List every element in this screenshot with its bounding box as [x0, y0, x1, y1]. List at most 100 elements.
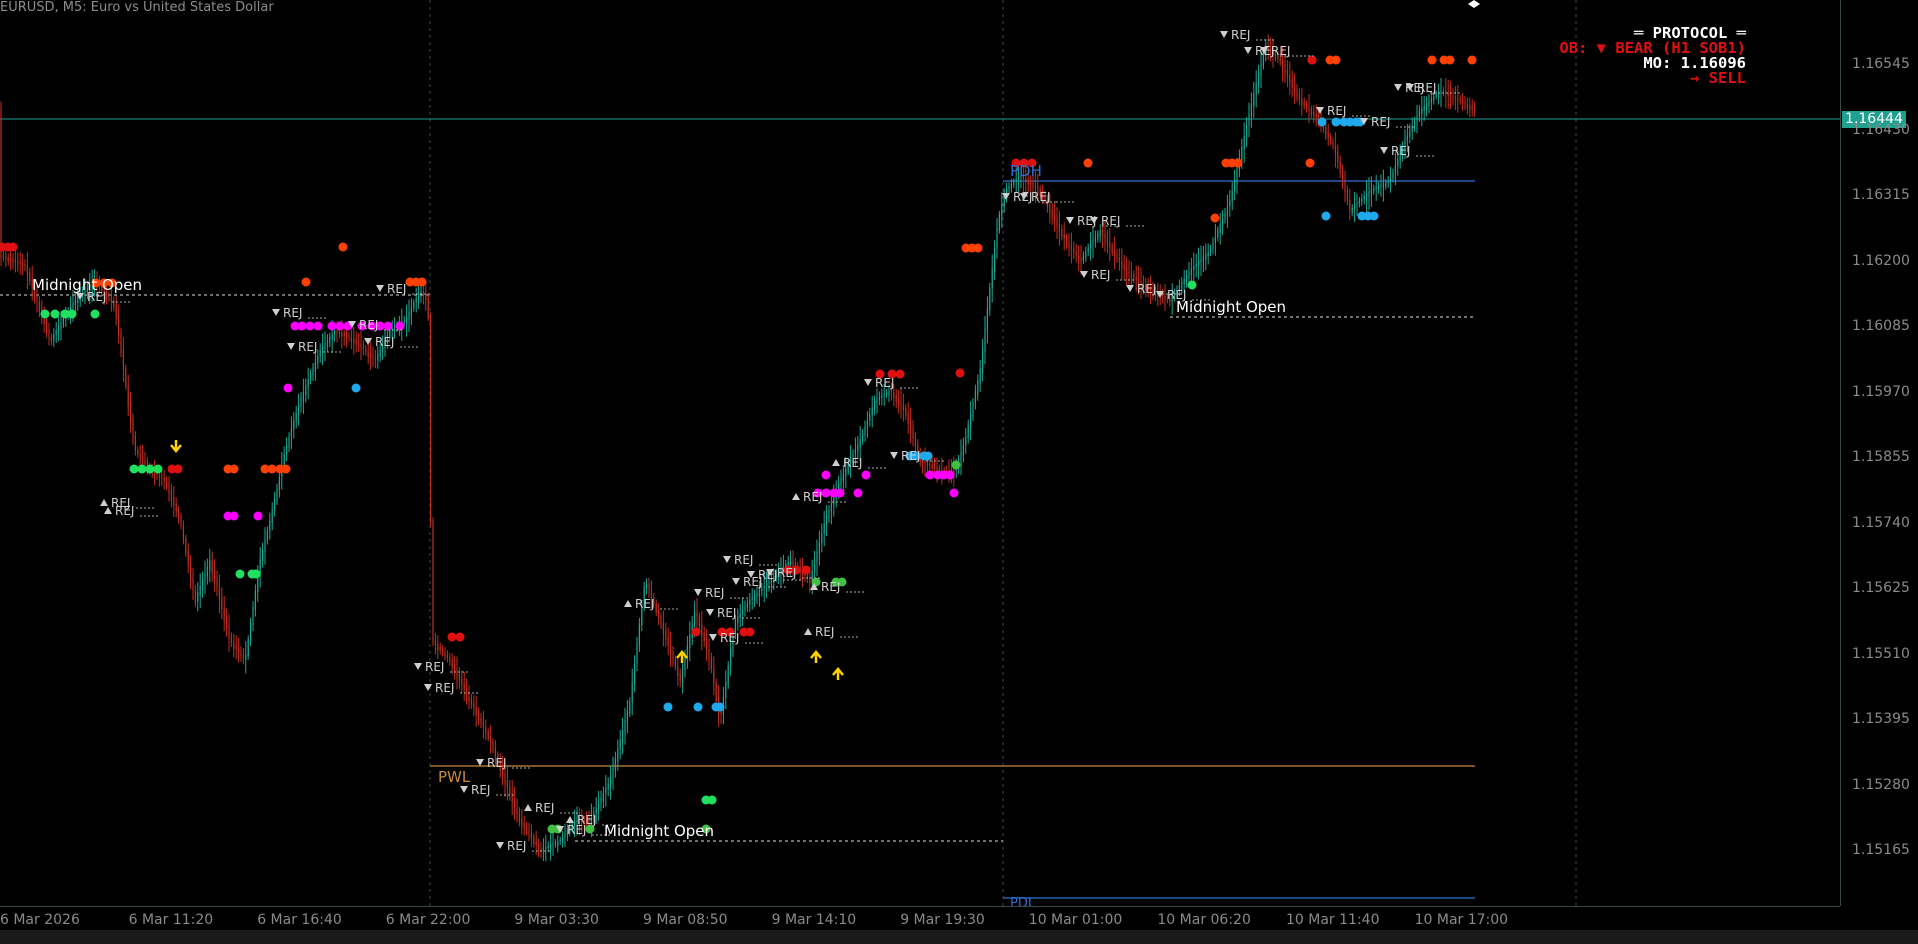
candle-body	[1037, 186, 1039, 189]
signal-dot	[745, 627, 755, 637]
candle-body	[550, 844, 552, 850]
candle-body	[480, 717, 482, 724]
signal-dot	[235, 569, 245, 579]
candle-body	[1051, 209, 1053, 218]
rej-label: REJ	[734, 553, 753, 567]
candle-body	[665, 630, 667, 640]
candle-body	[341, 332, 343, 337]
candle-body	[598, 802, 600, 809]
candle-body	[893, 391, 895, 398]
candle-body	[1054, 214, 1056, 221]
candle-body	[115, 303, 117, 318]
candle-body	[350, 337, 352, 342]
candle-body	[725, 681, 727, 698]
signal-dot	[895, 369, 905, 379]
time-tick-label: 10 Mar 01:00	[1028, 912, 1123, 928]
candle-body	[660, 616, 662, 626]
candle-body	[1109, 241, 1111, 248]
candle-body	[1027, 179, 1029, 185]
candle-body	[1214, 236, 1216, 244]
rej-label: REJ	[435, 681, 454, 695]
signal-dot	[313, 321, 323, 331]
candle-body	[250, 622, 252, 642]
horizontal-scrollbar[interactable]	[0, 930, 1918, 944]
price-tick-label: 1.15395	[1852, 711, 1910, 727]
candle-body	[1013, 181, 1015, 185]
candle-body	[890, 390, 892, 393]
candle-body	[1354, 205, 1356, 209]
candle-body	[509, 786, 511, 795]
rej-label: REJ	[875, 376, 894, 390]
candle-body	[326, 340, 328, 346]
candle-body	[1207, 251, 1209, 257]
candle-body	[1068, 242, 1070, 248]
candle-body	[230, 636, 232, 644]
candle-body	[1255, 83, 1257, 95]
candle-body	[862, 433, 864, 441]
candle-body	[1260, 62, 1262, 77]
signal-dot	[229, 511, 239, 521]
candle-body	[996, 228, 998, 249]
rej-label: REJ	[471, 783, 490, 797]
signal-dot	[90, 309, 100, 319]
price-chart[interactable]: REJ REJ REJ REJ REJ REJ REJ REJ REJ REJ REJ REJ REJ R…	[0, 0, 1840, 906]
candle-body	[758, 590, 760, 597]
candle-body	[1090, 244, 1092, 249]
candle-body	[1454, 96, 1456, 100]
candle-body	[77, 297, 79, 303]
rej-label: REJ	[720, 631, 739, 645]
candle-body	[1423, 105, 1425, 111]
candle-body	[336, 330, 338, 334]
candle-body	[713, 668, 715, 684]
candle-body	[559, 839, 561, 842]
rej-label: REJ	[115, 504, 134, 518]
candle-body	[199, 586, 201, 596]
candle-body	[746, 603, 748, 608]
candle-body	[0, 110, 2, 258]
candle-body	[1349, 199, 1351, 210]
signal-dot	[447, 632, 457, 642]
candle-body	[1116, 253, 1118, 259]
candle-body	[914, 436, 916, 449]
time-tick-label: 9 Mar 19:30	[900, 912, 985, 928]
signal-dot	[1210, 213, 1220, 223]
candle-body	[161, 476, 163, 479]
candle-body	[415, 297, 417, 303]
candle-body	[1337, 151, 1339, 163]
chart-area[interactable]: REJ REJ REJ REJ REJ REJ REJ REJ REJ REJ REJ REJ REJ R…	[0, 0, 1840, 911]
candle-body	[1327, 131, 1329, 138]
candle-body	[842, 473, 844, 482]
candle-body	[1351, 207, 1353, 213]
candle-body	[228, 626, 230, 639]
signal-dot	[173, 464, 183, 474]
rej-label: REJ	[375, 335, 394, 349]
candle-body	[557, 841, 559, 847]
candle-body	[1034, 184, 1036, 189]
candle-body	[1301, 98, 1303, 106]
candle-body	[547, 845, 549, 848]
rej-down-icon	[1316, 107, 1324, 114]
candle-body	[62, 318, 64, 324]
candle-body	[264, 540, 266, 552]
candle-body	[180, 516, 182, 526]
candle-body	[374, 358, 376, 360]
candle-body	[1471, 106, 1473, 110]
price-tick-label: 1.16200	[1852, 252, 1910, 269]
candle-body	[430, 317, 432, 523]
candle-body	[814, 561, 816, 572]
candle-body	[554, 842, 556, 845]
candle-body	[322, 346, 324, 353]
candle-body	[168, 484, 170, 494]
rej-label: REJ	[1417, 81, 1436, 95]
candle-body	[1344, 180, 1346, 193]
candle-body	[977, 380, 979, 395]
candle-body	[1123, 264, 1125, 270]
candle-body	[542, 848, 544, 852]
candle-body	[293, 420, 295, 430]
candle-body	[473, 702, 475, 709]
candle-body	[1296, 89, 1298, 97]
candle-body	[1250, 103, 1252, 117]
candle-body	[26, 265, 28, 277]
candle-body	[1310, 109, 1312, 115]
signal-dot	[949, 488, 959, 498]
